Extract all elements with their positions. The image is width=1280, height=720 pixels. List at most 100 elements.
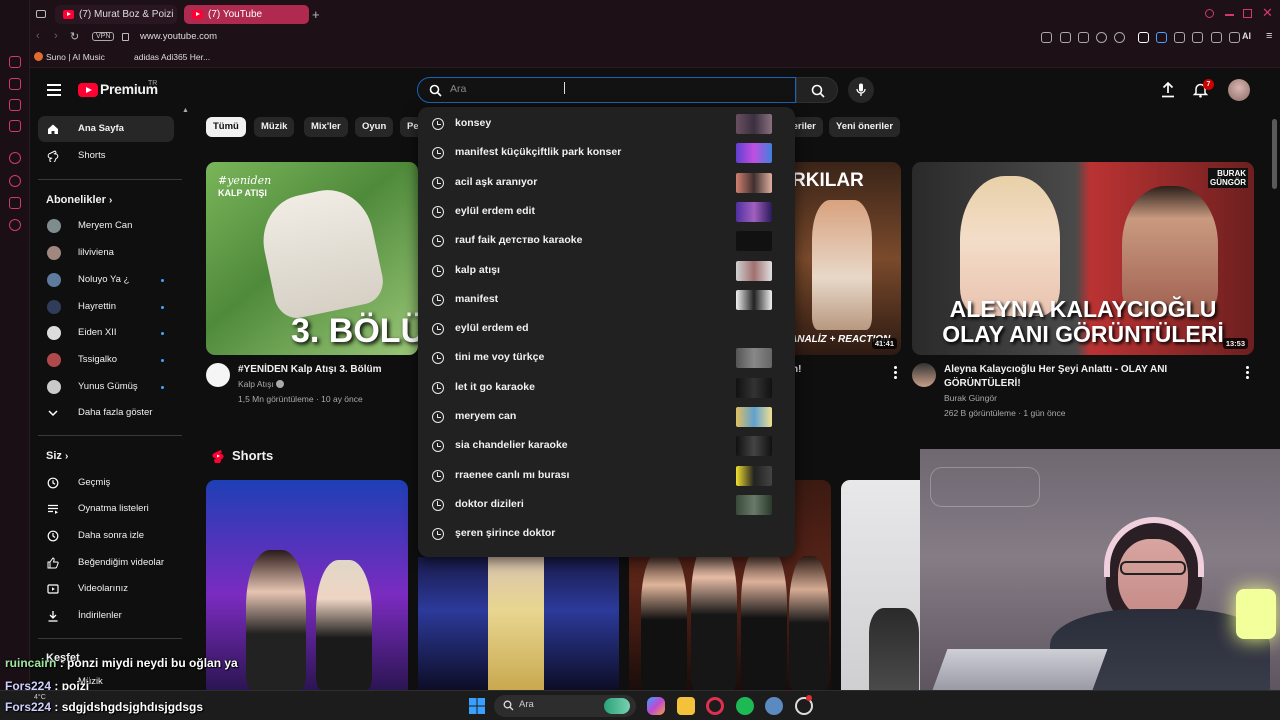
- more-options-icon[interactable]: [894, 366, 897, 381]
- close-window-button[interactable]: ✕: [1262, 5, 1273, 21]
- tab-murat-boz[interactable]: (7) Murat Boz & Poizi | Özü: [55, 5, 177, 24]
- channel-name[interactable]: Burak Güngör: [944, 392, 997, 405]
- file-explorer-icon[interactable]: [677, 697, 695, 715]
- video-title[interactable]: #YENİDEN Kalp Atışı 3. Bölüm: [238, 363, 418, 377]
- extension-a-icon[interactable]: [1138, 32, 1149, 43]
- play-icon[interactable]: [1096, 32, 1107, 43]
- nav-downloads[interactable]: İndirilenler: [38, 603, 174, 629]
- url-field[interactable]: www.youtube.com: [140, 31, 217, 42]
- nav-watch-later[interactable]: Daha sonra izle: [38, 523, 174, 549]
- nav-playlists[interactable]: Oynatma listeleri: [38, 496, 174, 522]
- lock-icon[interactable]: [122, 33, 129, 41]
- sidebar-paint-icon[interactable]: [9, 99, 21, 111]
- search-suggestion-item[interactable]: manifest küçükçiftlik park konser: [418, 139, 795, 168]
- search-suggestion-item[interactable]: tini me voy türkçe: [418, 344, 795, 373]
- pocket-icon[interactable]: [1078, 32, 1089, 43]
- hamburger-menu-icon[interactable]: [47, 84, 61, 99]
- search-button[interactable]: [796, 77, 838, 103]
- sidebar-shopping-icon[interactable]: [9, 78, 21, 90]
- chip-mixes[interactable]: Mix'ler: [304, 117, 348, 137]
- subscription-tssigalko[interactable]: Tssigalko: [38, 347, 174, 373]
- you-header[interactable]: Siz ›: [46, 450, 68, 462]
- sidebar-history-icon[interactable]: [9, 175, 21, 187]
- bookmark-suno[interactable]: Suno | AI Music: [34, 52, 105, 62]
- search-suggestion-item[interactable]: acil aşk aranıyor: [418, 169, 795, 198]
- forward-icon[interactable]: ›: [54, 30, 58, 42]
- start-button[interactable]: [469, 698, 485, 714]
- search-suggestion-item[interactable]: rauf faik детство karaoke: [418, 227, 795, 256]
- show-more-button[interactable]: Daha fazla göster: [38, 400, 174, 426]
- search-suggestion-item[interactable]: konsey: [418, 110, 795, 139]
- page-scrollbar[interactable]: [1272, 119, 1277, 189]
- video-thumbnail[interactable]: BURAK GÜNGÖR ALEYNA KALAYCIOĞLU OLAY ANI…: [912, 162, 1254, 355]
- short-thumbnail[interactable]: [841, 480, 921, 690]
- upload-icon[interactable]: [1161, 82, 1175, 98]
- subscription-meryem-can[interactable]: Meryem Can: [38, 213, 174, 239]
- vpn-badge[interactable]: VPN: [92, 32, 115, 41]
- nav-scroll-up-icon[interactable]: ▲: [182, 107, 189, 114]
- maximize-button[interactable]: [1243, 9, 1252, 18]
- search-suggestion-item[interactable]: doktor dizileri: [418, 491, 795, 520]
- new-tab-button[interactable]: +: [312, 7, 320, 22]
- reload-icon[interactable]: ↻: [70, 30, 79, 43]
- subscription-noluyo-ya[interactable]: Noluyo Ya ¿: [38, 267, 174, 293]
- nav-liked-videos[interactable]: Beğendiğim videolar: [38, 550, 174, 576]
- short-thumbnail[interactable]: [418, 557, 619, 690]
- translate-icon[interactable]: [1156, 32, 1167, 43]
- minimize-button[interactable]: [1225, 14, 1234, 16]
- sidebar-player-icon[interactable]: [9, 152, 21, 164]
- search-input[interactable]: Ara: [417, 77, 796, 103]
- menu-icon[interactable]: ≡: [1266, 30, 1272, 42]
- chip-gaming[interactable]: Oyun: [355, 117, 394, 137]
- more-options-icon[interactable]: [1246, 366, 1249, 381]
- channel-name[interactable]: Kalp Atışı: [238, 378, 285, 391]
- sidebar-messenger-icon[interactable]: [9, 120, 21, 132]
- subscription-eiden-xii[interactable]: Eiden XII: [38, 320, 174, 346]
- copilot-icon[interactable]: [647, 697, 665, 715]
- bookmark-adidas[interactable]: adidas Adi365 Her...: [122, 52, 210, 62]
- subscription-lilviviena[interactable]: lilviviena: [38, 240, 174, 266]
- search-suggestion-item[interactable]: rraenee canlı mı burası: [418, 462, 795, 491]
- subscription-yunus-gumus[interactable]: Yunus Gümüş: [38, 374, 174, 400]
- extensions-icon[interactable]: [1174, 32, 1185, 43]
- channel-avatar[interactable]: [912, 363, 936, 387]
- bookmark-icon[interactable]: [1041, 32, 1052, 43]
- snapshot-icon[interactable]: [1060, 32, 1071, 43]
- nav-shorts[interactable]: Shorts: [38, 143, 174, 169]
- voice-search-button[interactable]: [848, 77, 874, 103]
- search-suggestion-item[interactable]: let it go karaoke: [418, 374, 795, 403]
- flow-icon[interactable]: [1229, 32, 1240, 43]
- chip-music[interactable]: Müzik: [254, 117, 295, 137]
- spotify-icon[interactable]: [736, 697, 754, 715]
- tab-youtube[interactable]: (7) YouTube: [184, 5, 309, 24]
- youtube-logo-icon[interactable]: [78, 83, 98, 97]
- shield-icon[interactable]: [1192, 32, 1203, 43]
- search-suggestion-item[interactable]: şeren şirince doktor: [418, 520, 795, 549]
- search-suggestion-item[interactable]: kalp atışı: [418, 257, 795, 286]
- workspaces-icon[interactable]: [36, 10, 46, 18]
- taskbar-search[interactable]: Ara: [494, 695, 636, 717]
- tab-search-icon[interactable]: [1205, 9, 1214, 18]
- search-suggestion-item[interactable]: meryem can: [418, 403, 795, 432]
- nav-home[interactable]: Ana Sayfa: [38, 116, 174, 142]
- obs-settings-icon[interactable]: [765, 697, 783, 715]
- video-title[interactable]: Aleyna Kalaycıoğlu Her Şeyi Anlattı - OL…: [944, 363, 1224, 391]
- opera-icon[interactable]: [706, 697, 724, 715]
- account-avatar[interactable]: [1228, 79, 1250, 101]
- back-icon[interactable]: ‹: [36, 30, 40, 42]
- subscriptions-header[interactable]: Abonelikler ›: [46, 194, 112, 206]
- search-suggestion-item[interactable]: sia chandelier karaoke: [418, 432, 795, 461]
- nav-your-videos[interactable]: Videolarınız: [38, 576, 174, 602]
- chip-all[interactable]: Tümü: [206, 117, 246, 137]
- video-thumbnail[interactable]: #yeniden KALP ATIŞI 3. BÖLÜ: [206, 162, 418, 355]
- search-suggestion-item[interactable]: eylül erdem edit: [418, 198, 795, 227]
- chip-new-recommended[interactable]: Yeni öneriler: [829, 117, 901, 137]
- aria-ai-button[interactable]: AI: [1242, 31, 1251, 41]
- sidebar-settings-icon[interactable]: [9, 219, 21, 231]
- sidebar-ai-icon[interactable]: [9, 56, 21, 68]
- search-suggestion-item[interactable]: eylül erdem ed: [418, 315, 795, 344]
- download-icon[interactable]: [1211, 32, 1222, 43]
- sidebar-extensions-icon[interactable]: [9, 197, 21, 209]
- search-suggestion-item[interactable]: manifest: [418, 286, 795, 315]
- subscription-hayrettin[interactable]: Hayrettin: [38, 294, 174, 320]
